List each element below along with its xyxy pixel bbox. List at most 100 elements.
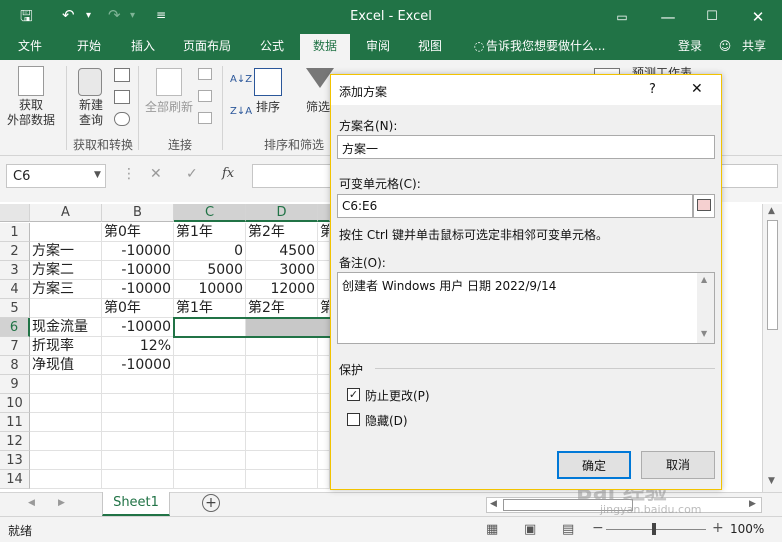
cell-a10[interactable] [30, 394, 102, 413]
row-header[interactable]: 5 [0, 299, 30, 318]
comment-textarea[interactable]: 创建者 Windows 用户 日期 2022/9/14 [337, 272, 715, 344]
cell-e1[interactable]: 第 [318, 223, 330, 242]
vertical-scroll-thumb[interactable] [767, 220, 778, 330]
cell-d2[interactable]: 4500 [246, 242, 318, 261]
cell-c11[interactable] [174, 413, 246, 432]
properties-icon[interactable] [198, 90, 212, 102]
cell-b12[interactable] [102, 432, 174, 451]
cell-e5[interactable]: 第 [318, 299, 330, 318]
comment-scroll-down-icon[interactable]: ▼ [701, 329, 707, 338]
help-icon[interactable]: ? [649, 82, 656, 97]
cell-c2[interactable]: 0 [174, 242, 246, 261]
cell-b6[interactable]: -10000 [102, 318, 174, 337]
cell-e13[interactable] [318, 451, 330, 470]
cell-c12[interactable] [174, 432, 246, 451]
cell-b8[interactable]: -10000 [102, 356, 174, 375]
cell-c4[interactable]: 10000 [174, 280, 246, 299]
cell-d6[interactable] [246, 318, 318, 337]
cell-d9[interactable] [246, 375, 318, 394]
cell-c8[interactable] [174, 356, 246, 375]
cell-e6[interactable] [318, 318, 330, 337]
cell-b2[interactable]: -10000 [102, 242, 174, 261]
ribbon-display-icon[interactable]: ▭ [600, 4, 644, 30]
tab-page-layout[interactable]: 页面布局 [172, 34, 242, 60]
cell-b11[interactable] [102, 413, 174, 432]
cell-c6[interactable] [174, 318, 246, 337]
cell-a9[interactable] [30, 375, 102, 394]
vertical-scrollbar[interactable]: ▲ ▼ [762, 204, 782, 492]
cell-d5[interactable]: 第2年 [246, 299, 318, 318]
zoom-level[interactable]: 100% [730, 522, 764, 536]
tab-insert[interactable]: 插入 [118, 34, 168, 60]
scroll-right-icon[interactable]: ▶ [749, 499, 756, 509]
scroll-up-icon[interactable]: ▲ [768, 206, 775, 216]
cell-d13[interactable] [246, 451, 318, 470]
cell-c7[interactable] [174, 337, 246, 356]
column-header-a[interactable]: A [30, 204, 102, 222]
prevent-changes-checkbox[interactable]: ✓ [347, 388, 360, 401]
name-box-dropdown-icon[interactable]: ▼ [94, 170, 101, 180]
cell-e9[interactable] [318, 375, 330, 394]
tab-formulas[interactable]: 公式 [248, 34, 296, 60]
cell-b7[interactable]: 12% [102, 337, 174, 356]
cancel-button[interactable]: 取消 [641, 451, 715, 479]
close-icon[interactable]: ✕ [736, 4, 780, 30]
edit-links-icon[interactable] [198, 112, 212, 124]
column-header-d[interactable]: D [246, 204, 318, 222]
cell-e11[interactable] [318, 413, 330, 432]
collapse-dialog-button[interactable] [693, 194, 715, 218]
cell-e12[interactable] [318, 432, 330, 451]
cell-d14[interactable] [246, 470, 318, 489]
sheet-tab-sheet1[interactable]: Sheet1 [102, 492, 170, 516]
cell-d1[interactable]: 第2年 [246, 223, 318, 242]
cell-e3[interactable] [318, 261, 330, 280]
zoom-out-icon[interactable]: − [592, 520, 604, 536]
prev-sheet-icon[interactable]: ◀ [28, 498, 35, 508]
cell-b3[interactable]: -10000 [102, 261, 174, 280]
cell-c3[interactable]: 5000 [174, 261, 246, 280]
page-break-view-icon[interactable]: ▤ [562, 522, 574, 537]
scenario-name-input[interactable]: 方案一 [337, 135, 715, 159]
prevent-changes-label[interactable]: 防止更改(P) [365, 387, 430, 404]
scroll-left-icon[interactable]: ◀ [490, 499, 497, 509]
row-header[interactable]: 8 [0, 356, 30, 375]
cell-b1[interactable]: 第0年 [102, 223, 174, 242]
zoom-slider-thumb[interactable] [652, 523, 656, 535]
cell-d3[interactable]: 3000 [246, 261, 318, 280]
row-header[interactable]: 6 [0, 318, 30, 337]
cell-a5[interactable] [30, 299, 102, 318]
select-all-corner[interactable] [0, 204, 30, 222]
cell-a2[interactable]: 方案一 [30, 242, 102, 261]
get-external-data-button[interactable]: 获取 外部数据 [0, 98, 62, 128]
row-header[interactable]: 13 [0, 451, 30, 470]
tab-data[interactable]: 数据 [300, 34, 350, 60]
new-query-button[interactable]: 新建 查询 [70, 98, 112, 128]
cell-c9[interactable] [174, 375, 246, 394]
cell-b5[interactable]: 第0年 [102, 299, 174, 318]
column-header-c[interactable]: C [174, 204, 246, 222]
row-header[interactable]: 12 [0, 432, 30, 451]
zoom-in-icon[interactable]: + [712, 520, 724, 536]
column-header-b[interactable]: B [102, 204, 174, 222]
insert-function-icon[interactable]: fx [222, 166, 234, 181]
cell-e8[interactable] [318, 356, 330, 375]
cell-c1[interactable]: 第1年 [174, 223, 246, 242]
normal-view-icon[interactable]: ▦ [486, 522, 498, 537]
horizontal-scrollbar[interactable]: ◀ ▶ [486, 497, 762, 513]
refresh-all-button[interactable]: 全部刷新 [140, 100, 198, 115]
cell-a6[interactable]: 现金流量 [30, 318, 102, 337]
cell-d12[interactable] [246, 432, 318, 451]
enter-icon[interactable]: ✓ [186, 166, 198, 182]
cell-a14[interactable] [30, 470, 102, 489]
show-queries-icon[interactable] [114, 68, 130, 82]
row-header[interactable]: 10 [0, 394, 30, 413]
cell-a8[interactable]: 净现值 [30, 356, 102, 375]
cell-d8[interactable] [246, 356, 318, 375]
cell-c13[interactable] [174, 451, 246, 470]
dialog-close-icon[interactable]: ✕ [691, 81, 703, 97]
cell-b9[interactable] [102, 375, 174, 394]
tab-home[interactable]: 开始 [64, 34, 114, 60]
comment-scrollbar[interactable]: ▲ ▼ [697, 273, 714, 343]
changing-cells-input[interactable]: C6:E6 [337, 194, 693, 218]
cell-a3[interactable]: 方案二 [30, 261, 102, 280]
